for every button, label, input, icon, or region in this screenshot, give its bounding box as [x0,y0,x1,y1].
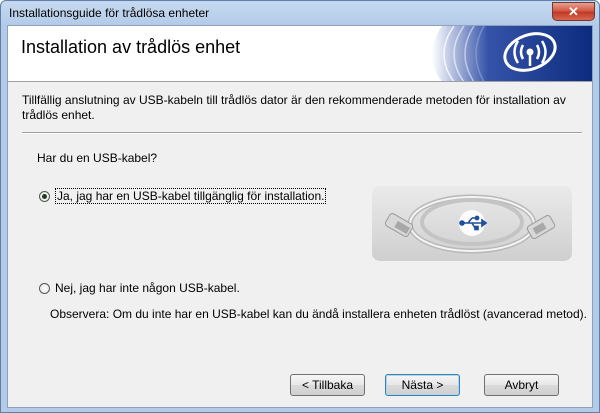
back-button[interactable]: < Tillbaka [290,374,365,396]
wireless-signal-icon [432,26,592,81]
page-title: Installation av trådlös enhet [21,37,241,57]
wizard-client-area: Installation av trådlös enhet Tillfällig… [7,25,593,408]
wizard-window: Installationsguide för trådlösa enheter … [0,0,600,413]
radio-unselected-indicator[interactable] [39,282,50,294]
window-title: Installationsguide för trådlösa enheter [9,6,210,20]
note-text: Observera: Om du inte har en USB-kabel k… [50,307,587,321]
usb-cable-icon [384,194,556,254]
title-bar[interactable]: Installationsguide för trådlösa enheter … [1,1,599,25]
question-label: Har du en USB-kabel? [37,151,158,165]
wizard-header: Installation av trådlös enhet [8,26,592,82]
separator [22,132,582,134]
radio-usb-no[interactable]: Nej, jag har inte någon USB-kabel. [39,281,240,295]
close-button[interactable]: ✕ [552,2,595,21]
radio-usb-yes[interactable]: Ja, jag har en USB-kabel tillgänglig för… [39,188,327,204]
radio-usb-yes-label[interactable]: Ja, jag har en USB-kabel tillgänglig för… [55,188,327,204]
cancel-button[interactable]: Avbryt [484,374,559,396]
usb-cable-illustration [372,186,572,261]
radio-selected-indicator[interactable] [39,190,50,202]
intro-text: Tillfällig anslutning av USB-kabeln till… [22,93,566,122]
next-button[interactable]: Nästa > [385,374,460,396]
radio-usb-no-label[interactable]: Nej, jag har inte någon USB-kabel. [55,281,240,295]
